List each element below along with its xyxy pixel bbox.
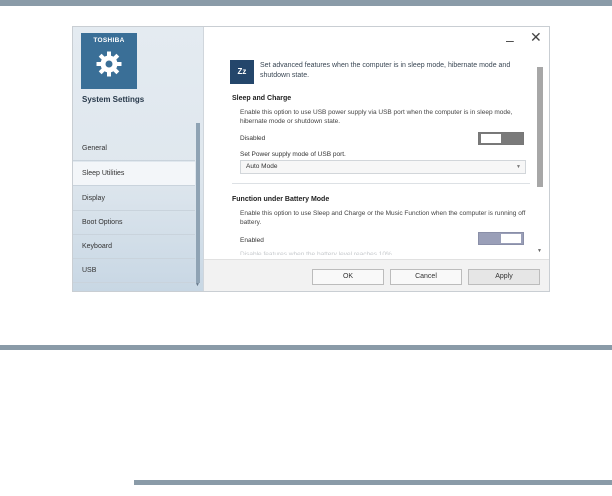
scroll-down-icon[interactable]: ▼ — [537, 248, 542, 254]
apply-button[interactable]: Apply — [468, 269, 540, 285]
battery-level-option-text: Disable features when the battery level … — [240, 251, 392, 255]
power-supply-label: Set Power supply mode of USB port. — [240, 151, 346, 158]
sleep-charge-toggle[interactable] — [478, 132, 524, 145]
intro-text: Set advanced features when the computer … — [260, 62, 511, 79]
minimize-button[interactable]: – — [506, 32, 514, 48]
sleep-charge-state: Disabled — [240, 135, 266, 142]
sidebar-item-sata[interactable]: SATA — [73, 283, 195, 291]
sidebar-scroll-down-icon[interactable]: ▼ — [195, 282, 200, 288]
dialog-footer: OK Cancel Apply — [204, 259, 549, 291]
ok-button[interactable]: OK — [312, 269, 384, 285]
main-scrollbar[interactable] — [537, 67, 543, 187]
bottom-divider-bar — [134, 480, 612, 485]
chevron-down-icon: ▼ — [516, 164, 521, 170]
sidebar: TOSHIBA System Settings General Sleep Ut… — [73, 27, 204, 291]
middle-divider-bar — [0, 345, 612, 350]
sidebar-item-boot-options[interactable]: Boot Options — [73, 211, 195, 235]
sidebar-item-keyboard[interactable]: Keyboard — [73, 235, 195, 259]
power-supply-select[interactable]: Auto Mode ▼ — [240, 160, 526, 174]
gear-icon — [96, 51, 122, 77]
main-panel: – ✕ Zz Set advanced features when the co… — [204, 27, 549, 291]
toggle-knob — [501, 234, 521, 243]
sidebar-item-sleep-utilities[interactable]: Sleep Utilities — [73, 162, 195, 186]
sidebar-item-usb[interactable]: USB — [73, 259, 195, 283]
settings-window: TOSHIBA System Settings General Sleep Ut… — [72, 26, 550, 292]
battery-mode-title: Function under Battery Mode — [232, 196, 330, 203]
power-supply-value: Auto Mode — [246, 163, 278, 170]
battery-mode-state: Enabled — [240, 237, 264, 244]
section-divider — [232, 183, 530, 184]
battery-mode-toggle[interactable] — [478, 232, 524, 245]
sleep-zz-icon: Zz — [230, 60, 254, 84]
sidebar-item-general[interactable]: General — [73, 137, 195, 161]
sleep-charge-title: Sleep and Charge — [232, 95, 292, 102]
toggle-knob — [481, 134, 501, 143]
battery-mode-description: Enable this option to use Sleep and Char… — [240, 210, 526, 226]
top-divider-bar — [0, 0, 612, 6]
sidebar-scrollbar[interactable] — [196, 123, 200, 283]
cancel-button[interactable]: Cancel — [390, 269, 462, 285]
sidebar-item-display[interactable]: Display — [73, 187, 195, 211]
brand-text: TOSHIBA — [93, 37, 125, 44]
sleep-charge-description: Enable this option to use USB power supp… — [240, 109, 513, 125]
close-button[interactable]: ✕ — [530, 29, 542, 46]
sidebar-title: System Settings — [82, 95, 145, 104]
toshiba-logo: TOSHIBA — [81, 33, 137, 89]
